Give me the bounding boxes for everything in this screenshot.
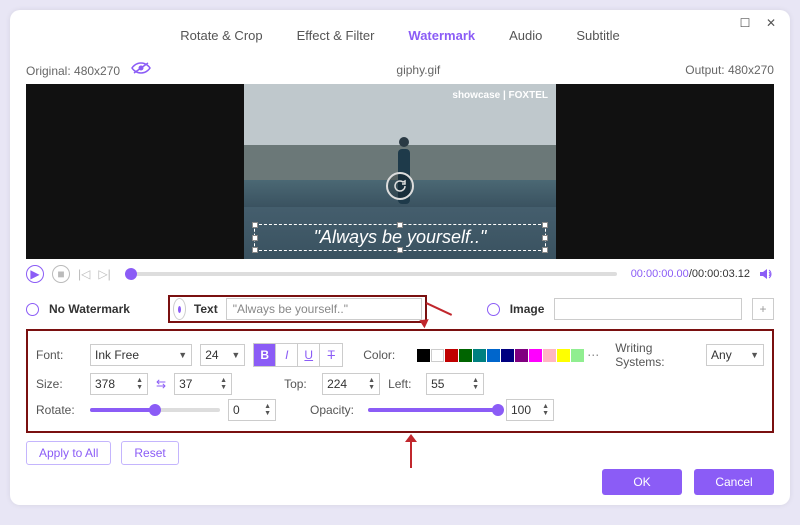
app-window: ☐ ✕ Rotate & Crop Effect & Filter Waterm… [10,10,790,505]
apply-to-all-button[interactable]: Apply to All [26,441,111,465]
color-swatch[interactable] [515,349,528,362]
color-swatch[interactable] [431,349,444,362]
color-swatch[interactable] [571,349,584,362]
output-size-label: Output: 480x270 [685,63,774,77]
tab-subtitle[interactable]: Subtitle [576,28,619,47]
image-label: Image [510,302,545,316]
strike-button[interactable]: T [320,344,342,366]
prev-frame-button[interactable]: |◁ [78,267,90,281]
original-size-label: Original: 480x270 [26,64,120,78]
color-swatch[interactable] [417,349,430,362]
more-colors-icon[interactable]: ⋯ [587,348,599,362]
play-button[interactable]: ▶ [26,265,44,283]
color-label: Color: [363,348,409,362]
italic-button[interactable]: I [276,344,298,366]
maximize-icon[interactable]: ☐ [738,16,752,30]
volume-icon[interactable] [758,266,774,282]
tab-rotate-crop[interactable]: Rotate & Crop [180,28,262,47]
color-swatch[interactable] [543,349,556,362]
font-size-select[interactable]: 24▼ [200,344,245,366]
color-swatch[interactable] [529,349,542,362]
rotate-label: Rotate: [36,403,82,417]
writing-systems-label: Writing Systems: [615,341,698,369]
underline-button[interactable]: U [298,344,320,366]
arrow-head-icon [405,434,417,442]
next-frame-button[interactable]: ▷| [98,267,110,281]
bold-button[interactable]: B [254,344,276,366]
color-swatch[interactable] [445,349,458,362]
time-display: 00:00:00.00/00:00:03.12 [631,268,750,280]
cancel-button[interactable]: Cancel [694,469,774,495]
text-style-group: B I U T [253,343,343,367]
opacity-stepper[interactable]: 100▲▼ [506,399,554,421]
tab-effect-filter[interactable]: Effect & Filter [297,28,375,47]
color-swatch[interactable] [487,349,500,362]
titlebar: ☐ ✕ [738,16,778,30]
watermark-text-input[interactable]: "Always be yourself.." [226,298,422,320]
info-bar: Original: 480x270 giphy.gif Output: 480x… [10,57,790,84]
annotation-arrow [410,440,412,468]
opacity-slider[interactable] [368,408,498,412]
font-select[interactable]: Ink Free▼ [90,344,192,366]
action-row: Apply to All Reset [10,433,790,465]
color-swatch[interactable] [501,349,514,362]
color-swatch[interactable] [459,349,472,362]
format-panel: Font: Ink Free▼ 24▼ B I U T Color: [26,329,774,433]
ok-button[interactable]: OK [602,469,682,495]
radio-image[interactable] [487,303,500,316]
text-watermark-highlight: Text "Always be yourself.." [168,295,427,323]
rotate-stepper[interactable]: 0▲▼ [228,399,276,421]
add-image-button[interactable]: + [752,298,774,320]
seek-slider[interactable] [125,272,617,276]
radio-no-watermark[interactable] [26,303,39,316]
video-badge: showcase | FOXTEL [452,90,548,101]
font-label: Font: [36,348,82,362]
rotate-slider[interactable] [90,408,220,412]
rewind-icon[interactable] [386,172,414,200]
tab-bar: Rotate & Crop Effect & Filter Watermark … [10,10,790,57]
video-frame[interactable]: showcase | FOXTEL "Always be yourself.." [244,84,556,259]
left-stepper[interactable]: 55▲▼ [426,373,484,395]
size-label: Size: [36,377,82,391]
playback-bar: ▶ ■ |◁ ▷| 00:00:00.00/00:00:03.12 [10,259,790,289]
filename-label: giphy.gif [396,63,440,77]
radio-text[interactable] [173,298,186,320]
width-stepper[interactable]: 378▲▼ [90,373,148,395]
reset-button[interactable]: Reset [121,441,178,465]
color-swatches: ⋯ [417,348,599,362]
height-stepper[interactable]: 37▲▼ [174,373,232,395]
link-dimensions-icon[interactable]: ⇆ [156,377,166,391]
stop-button[interactable]: ■ [52,265,70,283]
no-watermark-label: No Watermark [49,302,130,316]
top-label: Top: [284,377,314,391]
color-swatch[interactable] [473,349,486,362]
tab-watermark[interactable]: Watermark [408,28,475,47]
text-label: Text [194,302,218,316]
close-icon[interactable]: ✕ [764,16,778,30]
opacity-label: Opacity: [310,403,360,417]
color-swatch[interactable] [557,349,570,362]
tab-audio[interactable]: Audio [509,28,542,47]
left-label: Left: [388,377,418,391]
writing-systems-select[interactable]: Any▼ [706,344,764,366]
watermark-type-row: No Watermark Text "Always be yourself.."… [10,289,790,329]
preview-toggle-icon[interactable] [131,64,151,78]
footer-buttons: OK Cancel [602,469,774,495]
top-stepper[interactable]: 224▲▼ [322,373,380,395]
watermark-image-input[interactable] [554,298,742,320]
watermark-overlay[interactable]: "Always be yourself.." [254,224,546,251]
video-preview: showcase | FOXTEL "Always be yourself.." [26,84,774,259]
